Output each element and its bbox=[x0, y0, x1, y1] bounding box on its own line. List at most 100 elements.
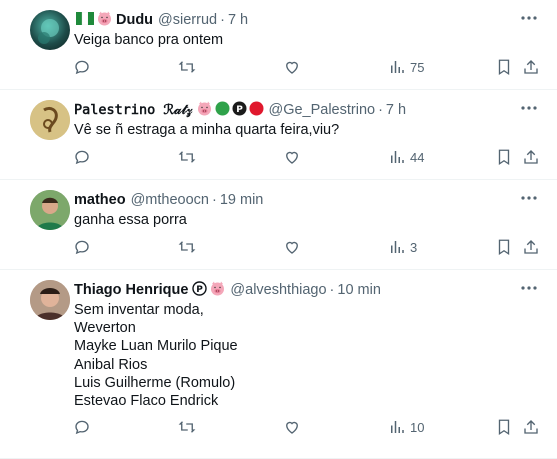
tweet-text-line: ganha essa porra bbox=[74, 212, 187, 228]
views-count: 3 bbox=[410, 239, 418, 255]
display-name[interactable]: Dudu bbox=[116, 12, 153, 28]
timestamp[interactable]: 10 min bbox=[337, 282, 381, 298]
retweet-icon bbox=[178, 421, 196, 433]
avatar[interactable] bbox=[30, 100, 70, 140]
display-name[interactable]: Thiago Henrique bbox=[74, 282, 188, 298]
avatar[interactable] bbox=[30, 190, 70, 230]
share-icon bbox=[524, 150, 538, 164]
views-button[interactable]: 10 bbox=[388, 418, 424, 436]
bookmark-button[interactable] bbox=[495, 148, 513, 166]
svg-text:P: P bbox=[237, 105, 244, 115]
reply-button[interactable] bbox=[73, 238, 91, 256]
tweet-text: Sem inventar moda, Weverton Mayke Luan M… bbox=[74, 301, 238, 410]
reply-icon bbox=[75, 240, 89, 255]
retweet-button[interactable] bbox=[178, 148, 196, 166]
more-options-icon[interactable] bbox=[519, 188, 539, 208]
tweet-text: ganha essa porra bbox=[74, 211, 187, 229]
tweet-2[interactable]: 𝙿𝚊𝚕𝚎𝚜𝚝𝚛𝚒𝚗𝚘 ℛ𝒶𝓉𝓏 P @Ge_Palestrino · 7 h V… bbox=[0, 90, 557, 180]
tweet-text-line: Mayke Luan Murilo Pique bbox=[74, 338, 238, 355]
retweet-icon bbox=[178, 151, 196, 163]
tweet-text-line: Anibal Rios bbox=[74, 356, 148, 373]
share-button[interactable] bbox=[522, 148, 540, 166]
bar-chart-icon bbox=[391, 421, 404, 433]
timestamp[interactable]: 7 h bbox=[228, 12, 248, 28]
share-icon bbox=[524, 240, 538, 254]
separator-dot: · bbox=[211, 192, 217, 208]
retweet-button[interactable] bbox=[178, 238, 196, 256]
p-badge-icon: P bbox=[232, 101, 247, 120]
tweet-text-line: Veiga banco pra ontem bbox=[74, 32, 224, 48]
tweet-3[interactable]: matheo @mtheoocn · 19 min ganha essa por… bbox=[0, 180, 557, 270]
reply-button[interactable] bbox=[73, 58, 91, 76]
tweet-header: Thiago Henrique P @alveshthiago · 10 min bbox=[74, 279, 517, 301]
tweet-text-line: Vê se ñ estraga a minha quarta feira,viu… bbox=[74, 122, 340, 138]
like-button[interactable] bbox=[283, 418, 301, 436]
more-options-icon[interactable] bbox=[519, 98, 539, 118]
reply-button[interactable] bbox=[73, 148, 91, 166]
user-handle[interactable]: @alveshthiago bbox=[230, 282, 326, 298]
nigeria-flag-icon bbox=[76, 11, 94, 29]
separator-dot: · bbox=[329, 282, 335, 298]
more-options-icon[interactable] bbox=[519, 278, 539, 298]
tweet-text-line: Weverton bbox=[74, 320, 136, 337]
pig-icon bbox=[96, 11, 113, 30]
reply-icon bbox=[75, 420, 89, 435]
user-handle[interactable]: @Ge_Palestrino bbox=[268, 102, 375, 118]
bookmark-button[interactable] bbox=[495, 238, 513, 256]
views-count: 10 bbox=[410, 419, 425, 435]
reply-button[interactable] bbox=[73, 418, 91, 436]
replies-feed: Dudu @sierrud · 7 h Veiga banco pra onte… bbox=[0, 0, 557, 459]
bookmark-button[interactable] bbox=[495, 418, 513, 436]
like-button[interactable] bbox=[283, 58, 301, 76]
tweet-text-line: Sem inventar moda, bbox=[74, 302, 204, 318]
timestamp[interactable]: 19 min bbox=[220, 192, 264, 208]
more-options-icon[interactable] bbox=[519, 8, 539, 28]
user-handle[interactable]: @sierrud bbox=[158, 12, 217, 28]
avatar[interactable] bbox=[30, 280, 70, 320]
views-button[interactable]: 44 bbox=[388, 148, 424, 166]
heart-icon bbox=[286, 421, 298, 434]
pig-icon bbox=[196, 101, 213, 120]
tweet-1[interactable]: Dudu @sierrud · 7 h Veiga banco pra onte… bbox=[0, 0, 557, 90]
tweet-4[interactable]: Thiago Henrique P @alveshthiago · 10 min… bbox=[0, 270, 557, 459]
views-button[interactable]: 75 bbox=[388, 58, 424, 76]
share-button[interactable] bbox=[522, 238, 540, 256]
bar-chart-icon bbox=[391, 151, 404, 163]
green-circle-icon bbox=[215, 101, 230, 120]
tweet-actions: 10 bbox=[0, 418, 557, 440]
tweet-actions: 75 bbox=[0, 58, 557, 80]
share-icon bbox=[524, 420, 538, 434]
retweet-icon bbox=[178, 61, 196, 73]
views-button[interactable]: 3 bbox=[388, 238, 417, 256]
tweet-header: Dudu @sierrud · 7 h bbox=[74, 9, 517, 31]
views-count: 44 bbox=[410, 149, 425, 165]
share-button[interactable] bbox=[522, 418, 540, 436]
separator-dot: · bbox=[378, 102, 383, 118]
bookmark-icon bbox=[498, 59, 510, 76]
retweet-button[interactable] bbox=[178, 418, 196, 436]
tweet-text: Vê se ñ estraga a minha quarta feira,viu… bbox=[74, 121, 339, 139]
tweet-actions: 44 bbox=[0, 148, 557, 170]
bookmark-icon bbox=[498, 239, 510, 256]
avatar[interactable] bbox=[30, 10, 70, 50]
like-button[interactable] bbox=[283, 148, 301, 166]
tweet-text-line: Luis Guilherme (Romulo) bbox=[74, 374, 236, 391]
tweet-header: 𝙿𝚊𝚕𝚎𝚜𝚝𝚛𝚒𝚗𝚘 ℛ𝒶𝓉𝓏 P @Ge_Palestrino · 7 h bbox=[74, 99, 517, 121]
like-button[interactable] bbox=[283, 238, 301, 256]
bookmark-button[interactable] bbox=[495, 58, 513, 76]
display-name[interactable]: matheo bbox=[74, 192, 126, 208]
user-handle[interactable]: @mtheoocn bbox=[131, 192, 209, 208]
display-name[interactable]: 𝙿𝚊𝚕𝚎𝚜𝚝𝚛𝚒𝚗𝚘 ℛ𝒶𝓉𝓏 bbox=[74, 102, 192, 118]
tweet-text: Veiga banco pra ontem bbox=[74, 31, 223, 49]
timestamp[interactable]: 7 h bbox=[386, 102, 406, 118]
share-button[interactable] bbox=[522, 58, 540, 76]
separator-dot: · bbox=[220, 12, 225, 28]
views-count: 75 bbox=[410, 59, 425, 75]
tweet-header: matheo @mtheoocn · 19 min bbox=[74, 189, 517, 211]
pig-icon bbox=[209, 281, 226, 300]
retweet-icon bbox=[178, 241, 196, 253]
heart-icon bbox=[286, 241, 298, 254]
retweet-button[interactable] bbox=[178, 58, 196, 76]
tweet-text-line: Estevao Flaco Endrick bbox=[74, 393, 219, 410]
heart-icon bbox=[286, 61, 298, 74]
